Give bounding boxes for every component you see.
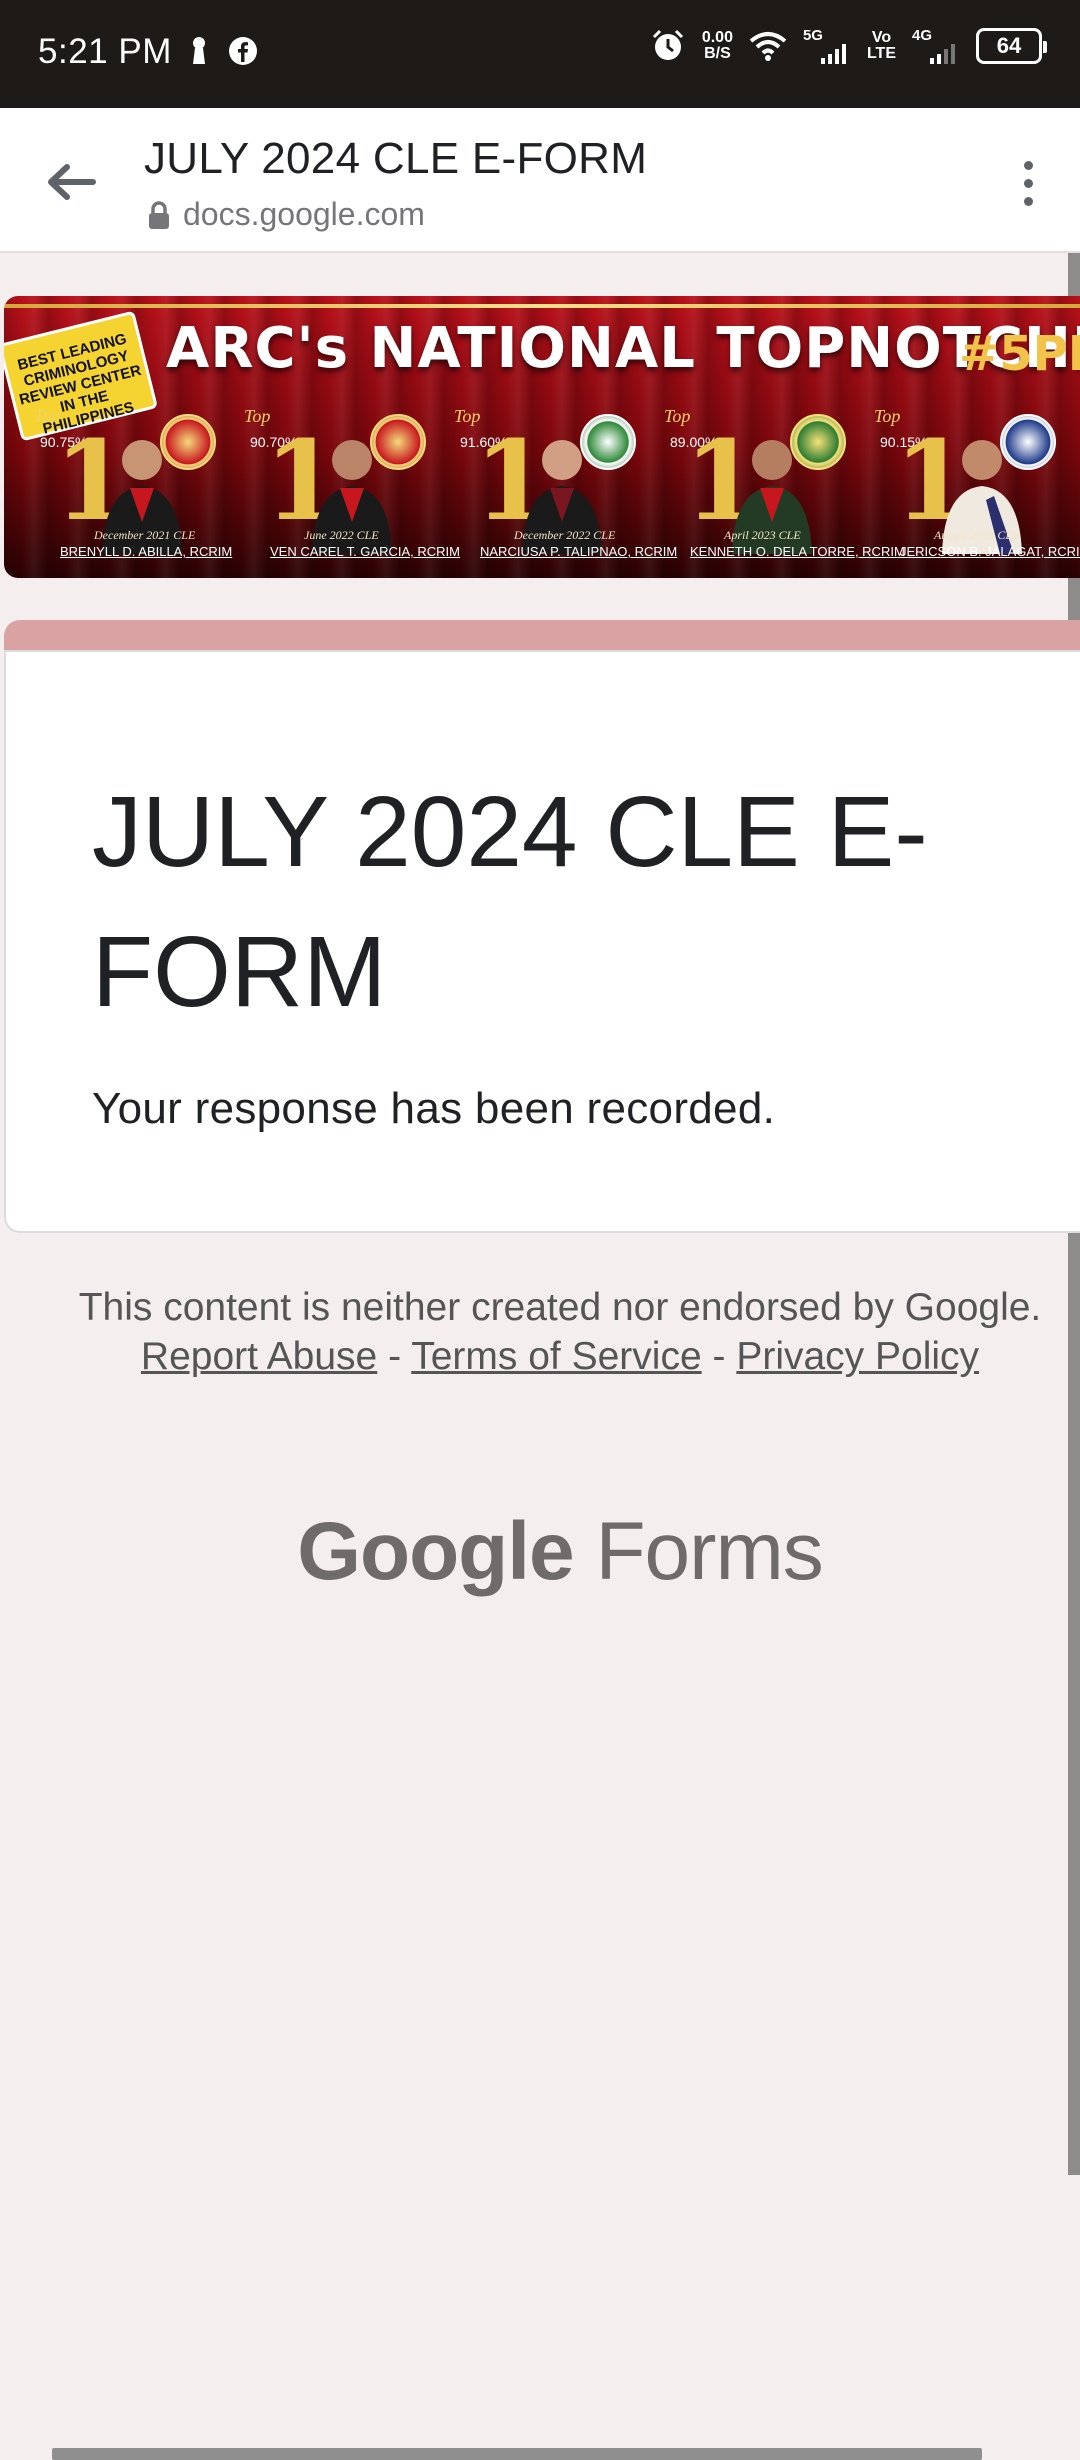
school-seal-icon [1000,414,1056,470]
status-time: 5:21 PM [38,32,172,71]
school-seal-icon [160,414,216,470]
school-seal-icon [370,414,426,470]
school-seal-icon [790,414,846,470]
net-speed: 0.00 B/S [701,29,733,62]
signal-icon [820,44,846,64]
banner-title: ARC's NATIONAL TOPNOTCHERS [166,316,1080,381]
topnotcher-card: Top 91.60% 1 December 2022 CLE NARCIUSA … [454,406,678,559]
status-bar: 5:21 PM 0.00 B/S 5G Vo LTE 4G 64 [0,0,1080,108]
volte-indicator: Vo LTE [866,29,896,62]
confirmation-message: Your response has been recorded. [92,1084,776,1133]
form-card: JULY 2024 CLE E-FORM Your response has b… [4,650,1080,1233]
page-title: JULY 2024 CLE E-FORM [144,134,648,183]
wifi-icon [749,32,787,61]
header-banner-image: BEST LEADING CRIMINOLOGY REVIEW CENTER I… [4,296,1080,578]
gesture-navigation-bar[interactable] [52,2448,982,2460]
footer-disclaimer: This content is neither created nor endo… [60,1283,1060,1381]
lock-icon [149,200,169,229]
back-button[interactable] [36,150,106,214]
separator: - [388,1335,402,1378]
form-card-accent [4,620,1080,654]
topnotcher-card: Top 90.15% 1 August 2023 CLE JERICSON B.… [874,406,1080,559]
terms-of-service-link[interactable]: Terms of Service [411,1335,701,1378]
banner-hashtag: #5PEA [959,326,1080,382]
notification-icons [190,36,258,66]
forms-wordmark: Forms [595,1506,823,1597]
topnotcher-card: Top 90.70% 1 June 2022 CLE VEN CAREL T. … [244,406,460,559]
system-icons: 0.00 B/S 5G Vo LTE 4G 64 [650,28,1047,64]
keyhole-icon [193,37,205,64]
google-forms-logo[interactable]: Google Forms [0,1505,1080,1599]
topnotcher-card: Top 89.00% 1 April 2023 CLE KENNETH O. D… [664,406,905,559]
sim1-signal: 5G [803,28,851,64]
more-options-button[interactable] [998,148,1058,218]
form-title: JULY 2024 CLE E-FORM [92,776,928,1028]
google-wordmark: Google [297,1506,574,1597]
alarm-icon [652,29,683,60]
school-seal-icon [580,414,636,470]
disclaimer-text: This content is neither created nor endo… [78,1286,1042,1329]
url-text: docs.google.com [183,196,425,232]
signal-weak-icon [930,44,955,64]
more-vert-icon [1023,160,1033,170]
battery-indicator: 64 [976,28,1047,64]
browser-header: JULY 2024 CLE E-FORM docs.google.com [0,108,1080,253]
sim2-signal: 4G [912,28,960,64]
privacy-policy-link[interactable]: Privacy Policy [736,1335,979,1378]
topnotcher-card: Top 90.75% 1 December 2021 CLE BRENYLL D… [34,406,233,559]
arrow-left-icon [48,164,96,200]
url-display[interactable]: docs.google.com [147,196,425,233]
report-abuse-link[interactable]: Report Abuse [141,1335,377,1378]
facebook-icon [229,37,257,65]
separator: - [712,1335,726,1378]
